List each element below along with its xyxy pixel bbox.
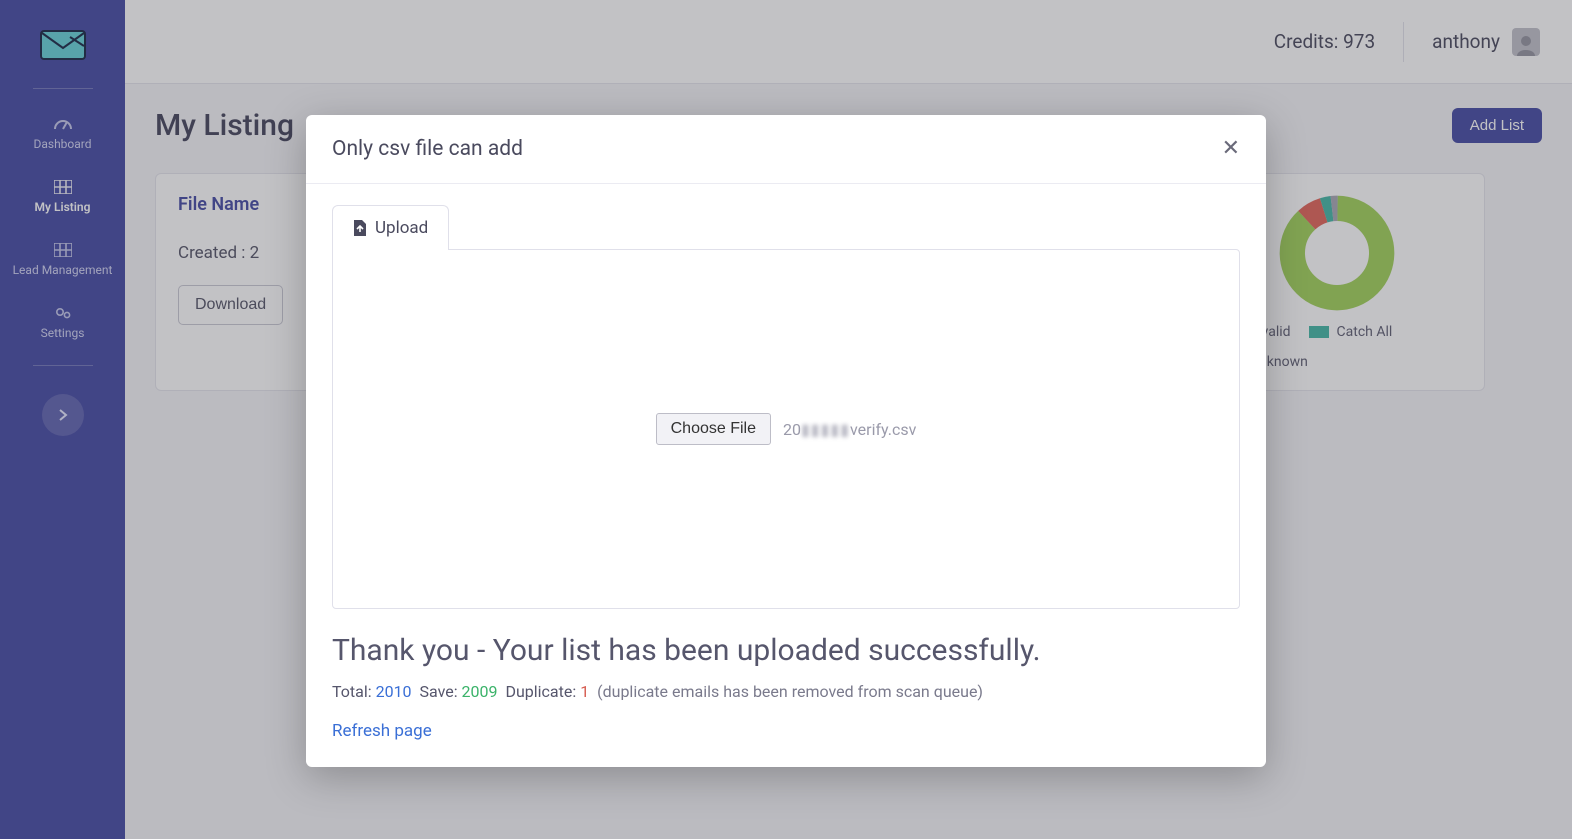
tab-label: Upload xyxy=(375,218,428,238)
refresh-page-link[interactable]: Refresh page xyxy=(332,721,432,741)
duplicate-note: (duplicate emails has been removed from … xyxy=(597,682,983,701)
upload-stats: Total: 2010 Save: 2009 Duplicate: 1 (dup… xyxy=(332,682,1240,701)
modal-body: Upload Choose File 20▮▮▮▮▮verify.csv Tha… xyxy=(306,184,1266,767)
save-label: Save: xyxy=(419,682,461,701)
file-upload-icon xyxy=(353,220,367,236)
duplicate-label: Duplicate: xyxy=(505,682,580,701)
upload-success-message: Thank you - Your list has been uploaded … xyxy=(332,633,1240,668)
close-icon[interactable]: ✕ xyxy=(1222,138,1240,160)
upload-modal: Only csv file can add ✕ Upload Choose Fi… xyxy=(306,115,1266,767)
chosen-file-name: 20▮▮▮▮▮verify.csv xyxy=(783,420,916,439)
modal-header: Only csv file can add ✕ xyxy=(306,115,1266,184)
total-label: Total: xyxy=(332,682,376,701)
file-drop-area[interactable]: Choose File 20▮▮▮▮▮verify.csv xyxy=(332,249,1240,609)
total-value: 2010 xyxy=(376,682,412,701)
modal-title: Only csv file can add xyxy=(332,137,523,161)
tabs: Upload xyxy=(332,204,1240,249)
modal-backdrop[interactable]: Only csv file can add ✕ Upload Choose Fi… xyxy=(0,0,1572,839)
duplicate-value: 1 xyxy=(580,682,589,701)
choose-file-button[interactable]: Choose File xyxy=(656,413,771,445)
tab-upload[interactable]: Upload xyxy=(332,205,449,250)
save-value: 2009 xyxy=(462,682,498,701)
